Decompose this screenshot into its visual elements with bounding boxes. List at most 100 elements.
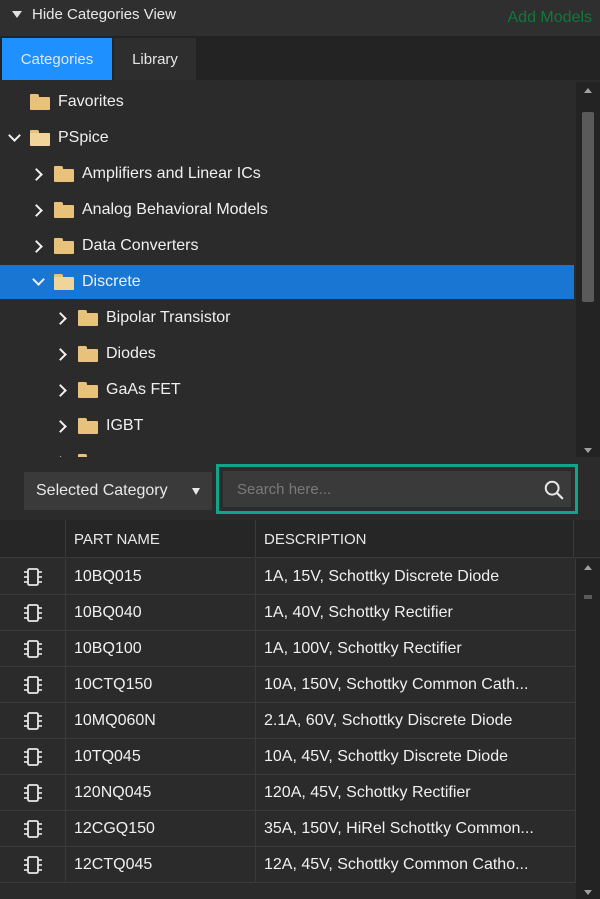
tree-item[interactable]: IGBT [0, 409, 574, 443]
table-row[interactable]: 12CGQ150 35A, 150V, HiRel Schottky Common… [0, 811, 576, 847]
folder-icon [78, 346, 98, 362]
dropdown-arrow-icon [192, 488, 200, 495]
part-name-cell: 10BQ015 [66, 559, 256, 595]
folder-open-icon [54, 274, 74, 290]
chevron-down-icon[interactable] [6, 129, 22, 146]
folder-open-icon [30, 130, 50, 146]
tree-item[interactable]: Discrete [0, 265, 574, 299]
folder-icon [78, 418, 98, 434]
description-cell: 10A, 150V, Schottky Common Cath... [256, 667, 576, 703]
folder-icon [30, 94, 50, 110]
table-row[interactable]: 10MQ060N 2.1A, 60V, Schottky Discrete Dio… [0, 703, 576, 739]
chevron-right-icon[interactable] [54, 418, 70, 434]
part-chip-icon [0, 667, 66, 703]
tree-item[interactable]: Bipolar Transistor [0, 301, 574, 335]
scroll-thumb[interactable] [582, 112, 594, 302]
description-cell: 1A, 100V, Schottky Rectifier [256, 631, 576, 667]
table-row[interactable]: 10BQ040 1A, 40V, Schottky Rectifier [0, 595, 576, 631]
chevron-right-icon[interactable] [30, 238, 46, 254]
tree-item[interactable]: Analog Behavioral Models [0, 193, 574, 227]
scroll-up-arrow-icon[interactable] [584, 88, 592, 93]
folder-icon [54, 202, 74, 218]
add-models-link[interactable]: Add Models [508, 9, 593, 27]
folder-icon [54, 166, 74, 182]
search-icon[interactable] [543, 479, 565, 501]
description-cell: 12A, 45V, Schottky Common Catho... [256, 847, 576, 883]
tree-item[interactable]: PSpice [0, 121, 574, 155]
chevron-right-icon[interactable] [30, 166, 46, 182]
tree-item-label: IGBT [106, 417, 144, 434]
chevron-right-icon[interactable] [54, 346, 70, 362]
description-cell: 120A, 45V, Schottky Rectifier [256, 775, 576, 811]
part-chip-icon [0, 703, 66, 739]
description-cell: 1A, 40V, Schottky Rectifier [256, 595, 576, 631]
description-cell: 2.1A, 60V, Schottky Discrete Diode [256, 703, 576, 739]
part-chip-icon [0, 631, 66, 667]
scroll-down-arrow-icon[interactable] [584, 448, 592, 453]
table-row[interactable]: 10BQ100 1A, 100V, Schottky Rectifier [0, 631, 576, 667]
tree-item-label: PSpice [58, 129, 109, 146]
tree-item[interactable]: Data Converters [0, 229, 574, 263]
part-chip-icon [0, 811, 66, 847]
description-header[interactable]: DESCRIPTION [256, 520, 574, 558]
tree-item-label: Bipolar Transistor [106, 309, 231, 326]
categories-header: Hide Categories View Add Models [0, 0, 600, 36]
part-chip-icon [0, 847, 66, 883]
tree-item-label: Diodes [106, 345, 156, 362]
part-name-cell: 12CTQ045 [66, 847, 256, 883]
chevron-right-icon[interactable] [30, 202, 46, 218]
part-name-cell: 120NQ045 [66, 775, 256, 811]
tab-library[interactable]: Library [114, 38, 196, 80]
tab-categories[interactable]: Categories [2, 38, 112, 80]
part-chip-icon [0, 595, 66, 631]
hide-categories-label: Hide Categories View [32, 6, 176, 23]
folder-icon [54, 238, 74, 254]
tree-item[interactable]: Amplifiers and Linear ICs [0, 157, 574, 191]
category-scope-dropdown[interactable]: Selected Category [24, 472, 212, 510]
part-chip-icon [0, 739, 66, 775]
description-cell: 35A, 150V, HiRel Schottky Common... [256, 811, 576, 847]
tree-item-label: Discrete [82, 273, 141, 290]
scroll-thumb[interactable] [584, 595, 592, 599]
part-name-cell: 10BQ040 [66, 595, 256, 631]
tab-bar: Categories Library [0, 36, 600, 80]
table-row[interactable]: 10TQ045 10A, 45V, Schottky Discrete Diode [0, 739, 576, 775]
tree-item[interactable]: GaAs FET [0, 373, 574, 407]
category-tree: Favorites PSpice Amplifiers and Linear ICs… [0, 82, 600, 457]
table-row[interactable]: 10CTQ150 10A, 150V, Schottky Common Cath.… [0, 667, 576, 703]
scroll-up-arrow-icon[interactable] [584, 565, 592, 570]
tree-item[interactable] [0, 445, 574, 457]
chevron-right-icon[interactable] [54, 454, 70, 457]
category-scope-value: Selected Category [36, 482, 168, 499]
part-name-cell: 10BQ100 [66, 631, 256, 667]
table-row[interactable]: 120NQ045 120A, 45V, Schottky Rectifier [0, 775, 576, 811]
description-cell: 1A, 15V, Schottky Discrete Diode [256, 559, 576, 595]
part-name-header[interactable]: PART NAME [66, 520, 256, 558]
collapse-triangle-icon [12, 11, 22, 18]
folder-icon [78, 310, 98, 326]
description-cell: 10A, 45V, Schottky Discrete Diode [256, 739, 576, 775]
tree-item-label: GaAs FET [106, 381, 181, 398]
search-input[interactable] [223, 471, 571, 507]
table-row[interactable]: 10BQ015 1A, 15V, Schottky Discrete Diode [0, 559, 576, 595]
search-box [216, 464, 578, 514]
folder-icon [78, 382, 98, 398]
tree-scrollbar[interactable] [576, 82, 600, 457]
part-name-cell: 10CTQ150 [66, 667, 256, 703]
part-chip-icon [0, 559, 66, 595]
part-chip-icon [0, 775, 66, 811]
part-name-cell: 12CGQ150 [66, 811, 256, 847]
tree-item-label: Analog Behavioral Models [82, 201, 268, 218]
tree-item[interactable]: Diodes [0, 337, 574, 371]
table-scrollbar[interactable] [576, 559, 600, 899]
table-header: PART NAME DESCRIPTION [0, 520, 600, 558]
hide-categories-toggle[interactable]: Hide Categories View [12, 6, 176, 23]
table-row[interactable]: 12CTQ045 12A, 45V, Schottky Common Catho.… [0, 847, 576, 883]
chevron-right-icon[interactable] [54, 382, 70, 398]
chevron-right-icon[interactable] [54, 310, 70, 326]
parts-table: PART NAME DESCRIPTION 10BQ015 1A, 15V, Sc… [0, 520, 600, 899]
scroll-down-arrow-icon[interactable] [584, 890, 592, 895]
chevron-down-icon[interactable] [30, 273, 46, 290]
tree-item[interactable]: Favorites [0, 85, 574, 119]
